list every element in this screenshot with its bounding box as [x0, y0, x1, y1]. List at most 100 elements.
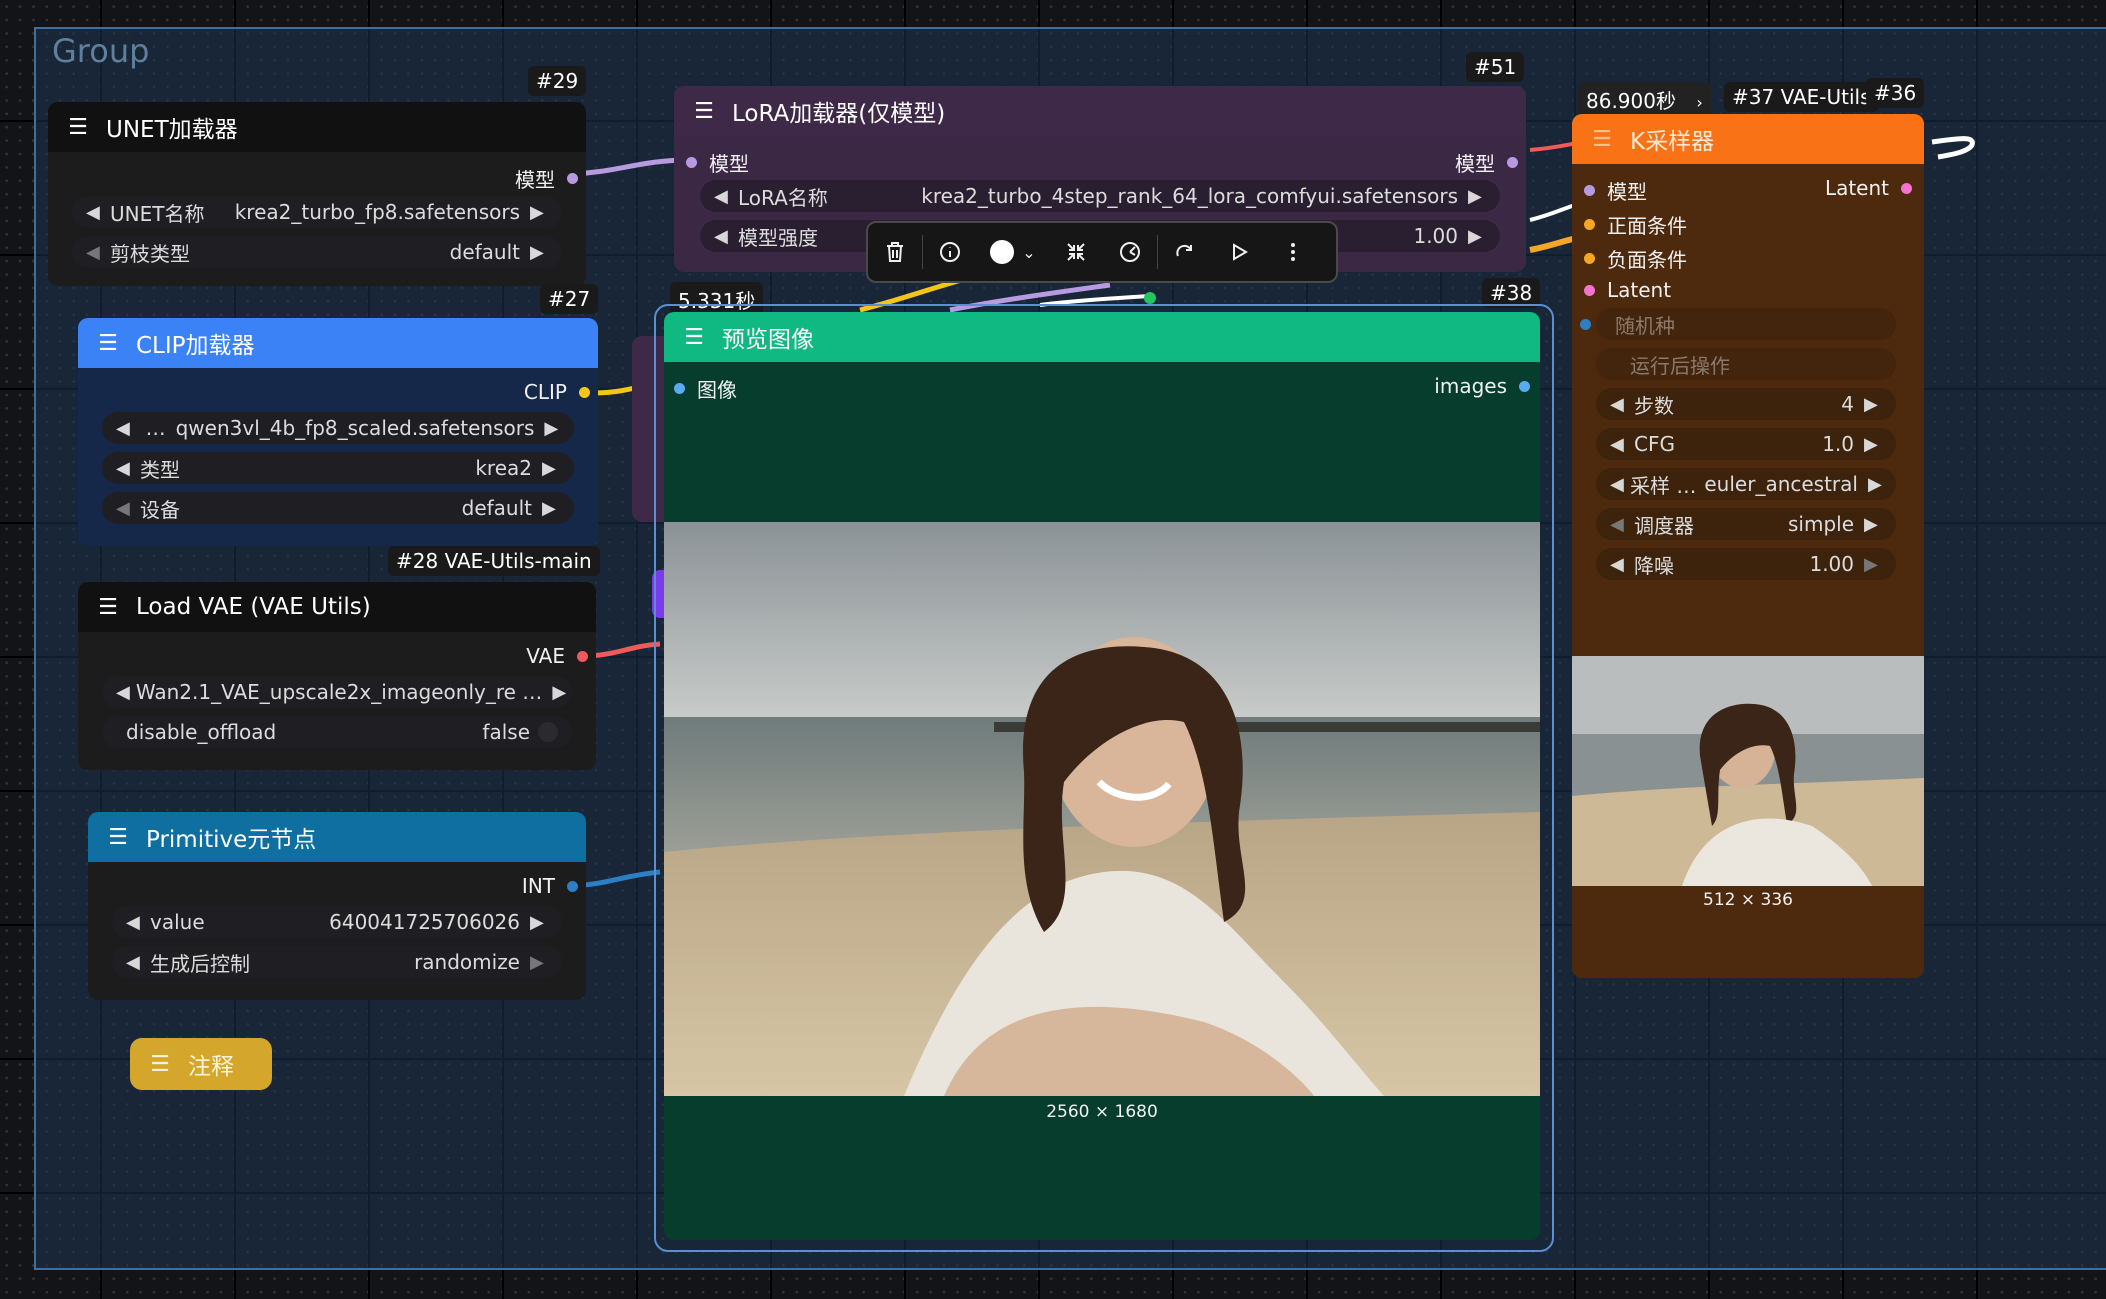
clip-output-dot[interactable] — [579, 386, 590, 398]
arrow-left-icon[interactable]: ◀ — [1610, 514, 1628, 535]
arrow-left-icon[interactable]: ◀ — [714, 186, 732, 207]
ksampler-node[interactable]: ☰ K采样器 模型 Latent 正面条件 负面条件 Latent 随机种 运行… — [1572, 114, 1924, 978]
arrow-left-icon[interactable]: ◀ — [86, 242, 104, 263]
primitive-output-slot[interactable]: INT — [522, 874, 578, 898]
model-output-dot[interactable] — [1507, 157, 1518, 168]
steps-number[interactable]: ◀ 步数 4 ▶ — [1596, 388, 1896, 420]
collapse-icon[interactable] — [1049, 223, 1103, 281]
arrow-right-icon[interactable]: ▶ — [530, 912, 548, 933]
arrow-right-icon[interactable]: ▶ — [542, 498, 560, 519]
control-after-generate-combo[interactable]: ◀ 生成后控制 randomize ▶ — [112, 946, 562, 978]
unet-output-slot[interactable]: 模型 — [515, 164, 578, 193]
arrow-left-icon[interactable]: ◀ — [126, 912, 144, 933]
toggle-knob[interactable] — [538, 722, 558, 742]
arrow-left-icon[interactable]: ◀ — [1610, 554, 1628, 575]
sampler-combo[interactable]: ◀ 采样 … euler_ancestral ▶ — [1596, 468, 1896, 500]
clip-header[interactable]: ☰ CLIP加载器 — [78, 318, 598, 368]
vae-loader-node[interactable]: ☰ Load VAE (VAE Utils) VAE ◀ Wan2.1_VAE_… — [78, 582, 596, 770]
arrow-right-icon[interactable]: ▶ — [530, 952, 548, 973]
more-icon[interactable] — [1266, 223, 1320, 281]
menu-icon[interactable]: ☰ — [1588, 127, 1616, 152]
ksampler-header[interactable]: ☰ K采样器 — [1572, 114, 1924, 164]
note-node[interactable]: ☰ 注释 — [130, 1038, 272, 1090]
arrow-right-icon[interactable]: ▶ — [530, 202, 548, 223]
int-output-dot[interactable] — [567, 880, 578, 892]
vae-header[interactable]: ☰ Load VAE (VAE Utils) — [78, 582, 596, 632]
preview-image-node[interactable]: ☰ 预览图像 图像 images 2560 × 1680 — [664, 312, 1540, 1240]
note-header[interactable]: ☰ 注释 — [130, 1038, 272, 1090]
menu-icon[interactable]: ☰ — [104, 825, 132, 850]
image-input-dot[interactable] — [674, 383, 685, 394]
conditioning-input-dot[interactable] — [1584, 219, 1595, 230]
clip-device-combo[interactable]: ◀ 设备 default ▶ — [102, 492, 574, 524]
play-icon[interactable] — [1212, 223, 1266, 281]
arrow-left-icon[interactable]: ◀ — [116, 418, 132, 439]
arrow-right-icon[interactable]: ▶ — [530, 242, 548, 263]
arrow-right-icon[interactable]: ▶ — [542, 458, 560, 479]
menu-icon[interactable]: ☰ — [690, 99, 718, 124]
arrow-right-icon[interactable]: ▶ — [544, 418, 560, 439]
ksampler-input-latent[interactable]: Latent — [1584, 278, 1671, 302]
clip-name-combo[interactable]: ◀ … qwen3vl_4b_fp8_scaled.safetensors ▶ — [102, 412, 574, 444]
ksampler-input-model[interactable]: 模型 — [1584, 176, 1647, 205]
lora-output-slot[interactable]: 模型 — [1455, 148, 1518, 177]
unet-loader-node[interactable]: ☰ UNET加载器 模型 ◀ UNET名称 krea2_turbo_fp8.sa… — [48, 102, 586, 286]
trash-icon[interactable] — [868, 223, 922, 281]
weight-dtype-combo[interactable]: ◀ 剪枝类型 default ▶ — [72, 236, 562, 268]
ksampler-preview-image[interactable] — [1572, 656, 1924, 886]
lora-name-combo[interactable]: ◀ LoRA名称 krea2_turbo_4step_rank_64_lora_… — [700, 180, 1500, 212]
arrow-right-icon[interactable]: ▶ — [1864, 434, 1882, 455]
cfg-number[interactable]: ◀ CFG 1.0 ▶ — [1596, 428, 1896, 460]
arrow-left-icon[interactable]: ◀ — [126, 952, 144, 973]
lora-input-slot[interactable]: 模型 — [686, 148, 749, 177]
menu-icon[interactable]: ☰ — [146, 1052, 174, 1077]
arrow-left-icon[interactable]: ◀ — [714, 226, 732, 247]
preview-header[interactable]: ☰ 预览图像 — [664, 312, 1540, 362]
arrow-right-icon[interactable]: ▶ — [1864, 514, 1882, 535]
unet-header[interactable]: ☰ UNET加载器 — [48, 102, 586, 152]
arrow-left-icon[interactable]: ◀ — [116, 498, 134, 519]
scheduler-combo[interactable]: ◀ 调度器 simple ▶ — [1596, 508, 1896, 540]
preview-image[interactable] — [664, 522, 1540, 1096]
arrow-right-icon[interactable]: ▶ — [1864, 394, 1882, 415]
menu-icon[interactable]: ☰ — [64, 115, 92, 140]
arrow-left-icon[interactable]: ◀ — [1610, 474, 1624, 495]
redo-icon[interactable] — [1158, 223, 1212, 281]
arrow-right-icon[interactable]: ▶ — [1864, 554, 1882, 575]
clip-type-combo[interactable]: ◀ 类型 krea2 ▶ — [102, 452, 574, 484]
primitive-node[interactable]: ☰ Primitive元节点 INT ◀ value 6400417257060… — [88, 812, 586, 1000]
preview-input-slot[interactable]: 图像 — [674, 374, 737, 403]
model-input-dot[interactable] — [1584, 185, 1595, 196]
lora-header[interactable]: ☰ LoRA加载器(仅模型) — [674, 86, 1526, 136]
denoise-number[interactable]: ◀ 降噪 1.00 ▶ — [1596, 548, 1896, 580]
images-output-dot[interactable] — [1519, 380, 1530, 392]
model-output-dot[interactable] — [567, 173, 578, 184]
vae-name-combo[interactable]: ◀ Wan2.1_VAE_upscale2x_imageonly_re … ▶ — [102, 676, 572, 708]
ksampler-input-negative[interactable]: 负面条件 — [1584, 244, 1687, 273]
latent-output-dot[interactable] — [1901, 182, 1912, 194]
unet-name-combo[interactable]: ◀ UNET名称 krea2_turbo_fp8.safetensors ▶ — [72, 196, 562, 228]
arrow-left-icon[interactable]: ◀ — [116, 682, 130, 703]
conditioning-input-dot[interactable] — [1584, 253, 1595, 264]
model-input-dot[interactable] — [686, 157, 697, 168]
arrow-right-icon[interactable]: ▶ — [1868, 474, 1882, 495]
preview-output-slot[interactable]: images — [1434, 374, 1530, 398]
arrow-left-icon[interactable]: ◀ — [1610, 434, 1628, 455]
menu-icon[interactable]: ☰ — [94, 331, 122, 356]
ksampler-output-latent[interactable]: Latent — [1825, 176, 1912, 200]
arrow-right-icon[interactable]: ▶ — [552, 682, 566, 703]
latent-input-dot[interactable] — [1584, 284, 1595, 296]
bypass-icon[interactable] — [1103, 223, 1157, 281]
group-title[interactable]: Group — [52, 32, 149, 70]
arrow-right-icon[interactable]: ▶ — [1468, 186, 1486, 207]
arrow-left-icon[interactable]: ◀ — [116, 458, 134, 479]
seed-input-dot[interactable] — [1580, 318, 1591, 330]
info-icon[interactable] — [923, 223, 977, 281]
menu-icon[interactable]: ☰ — [680, 325, 708, 350]
vae-output-dot[interactable] — [577, 650, 588, 662]
vae-output-slot[interactable]: VAE — [526, 644, 588, 668]
disable-offload-toggle[interactable]: disable_offload false — [102, 716, 572, 748]
clip-loader-node[interactable]: ☰ CLIP加载器 CLIP ◀ … qwen3vl_4b_fp8_scaled… — [78, 318, 598, 546]
arrow-left-icon[interactable]: ◀ — [1610, 394, 1628, 415]
clip-output-slot[interactable]: CLIP — [524, 380, 590, 404]
